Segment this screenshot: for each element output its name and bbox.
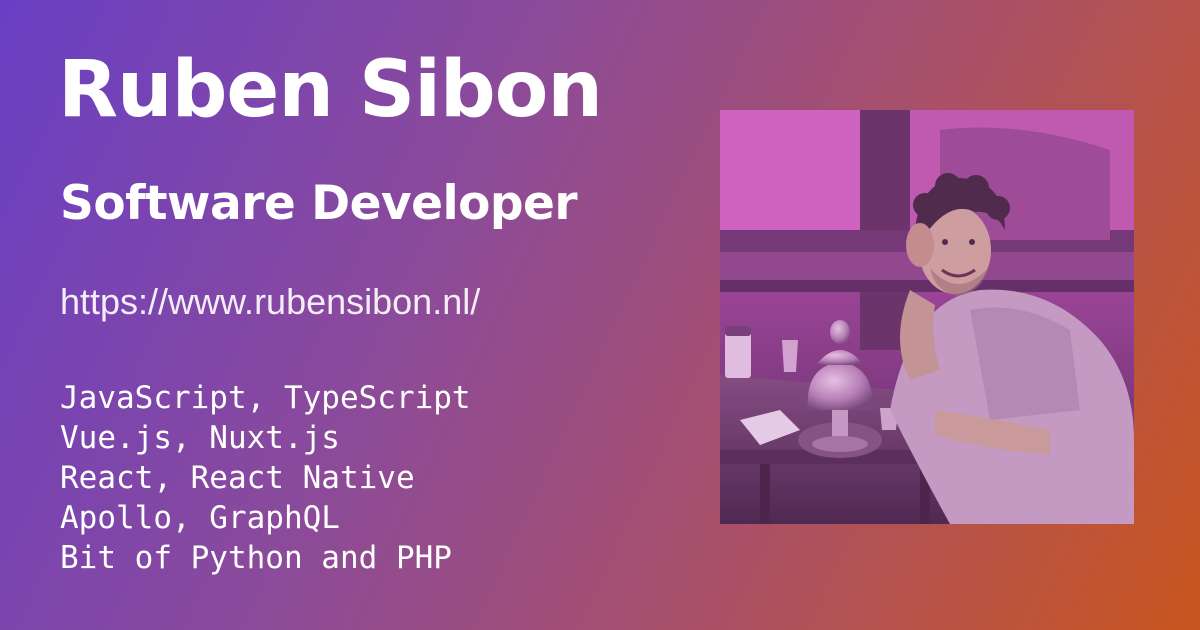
social-card: Ruben Sibon Software Developer https://w…: [0, 0, 1200, 630]
skill-item: React, React Native: [60, 460, 415, 496]
skills-list: JavaScript, TypeScript Vue.js, Nuxt.js R…: [60, 378, 471, 578]
website-url: https://www.rubensibon.nl/: [60, 281, 481, 322]
role-heading: Software Developer: [60, 176, 578, 231]
skill-item: JavaScript, TypeScript: [60, 380, 471, 416]
skill-item: Apollo, GraphQL: [60, 500, 340, 536]
name-heading: Ruben Sibon: [58, 45, 603, 135]
skill-item: Bit of Python and PHP: [60, 540, 452, 576]
profile-photo: [720, 110, 1134, 524]
skill-item: Vue.js, Nuxt.js: [60, 420, 340, 456]
profile-photo-illustration: [720, 110, 1134, 524]
